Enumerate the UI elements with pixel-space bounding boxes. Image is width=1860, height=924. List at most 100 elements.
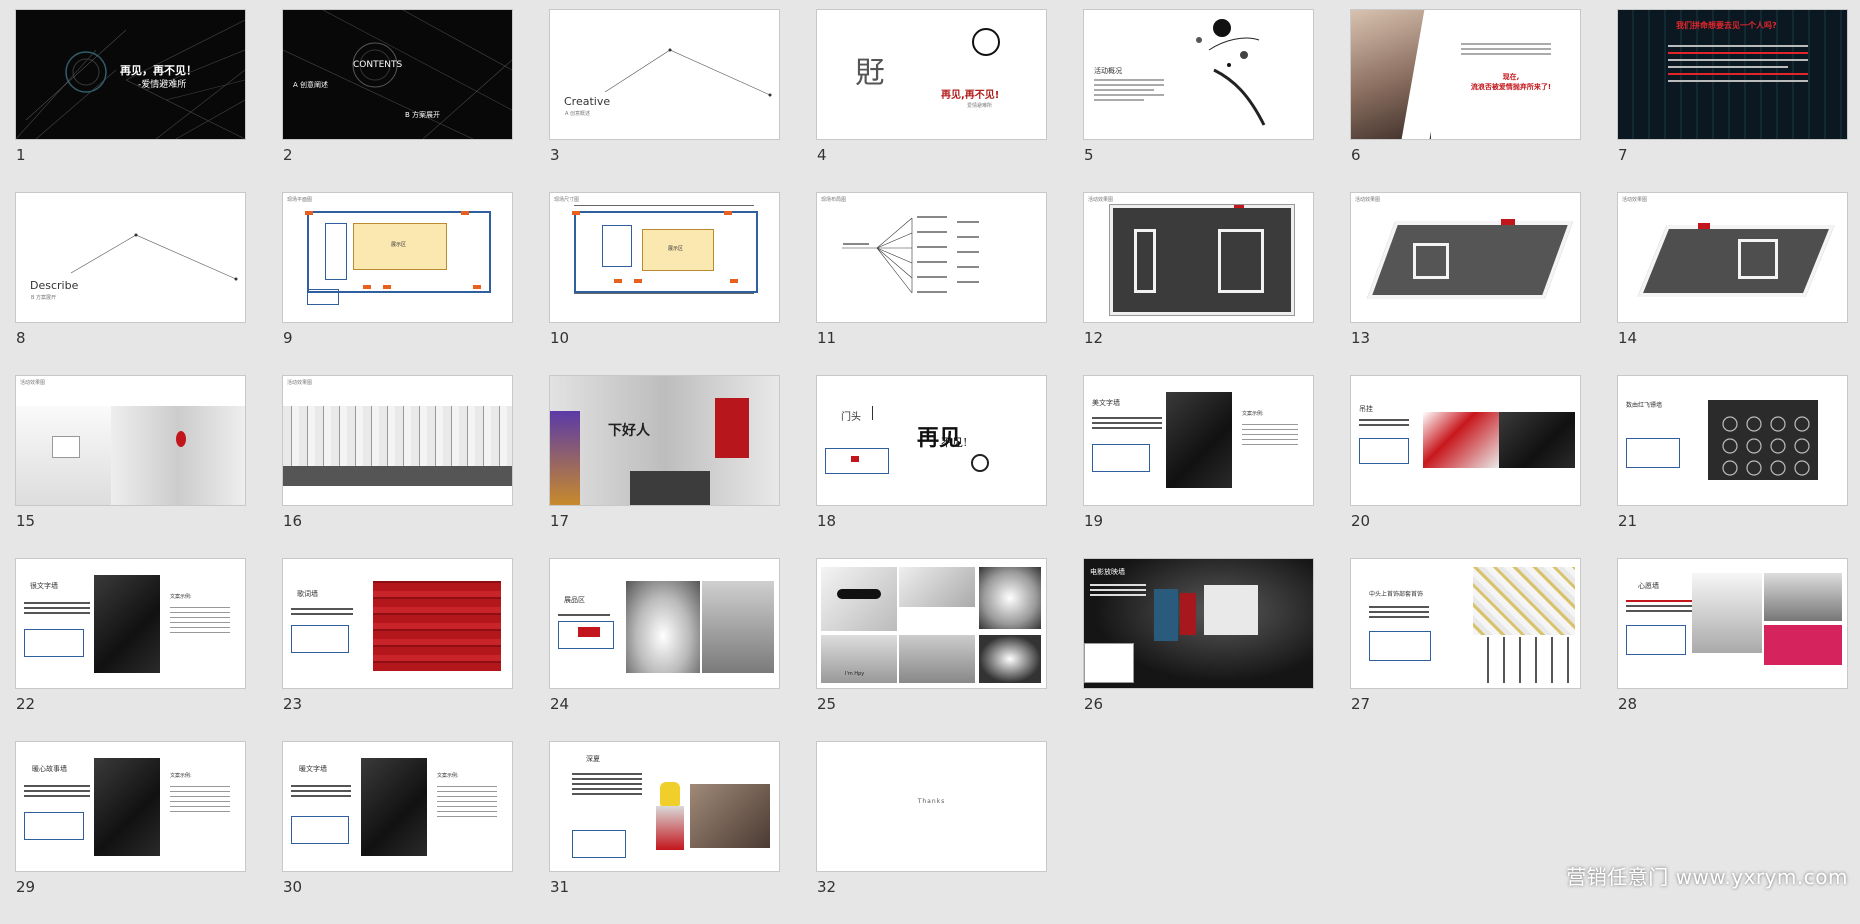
slide-heading: 现场尺寸图 xyxy=(554,197,580,203)
slide-cell[interactable]: 现场布局图 11 xyxy=(816,192,1047,375)
slide-thumbnail[interactable]: 活动概况 xyxy=(1083,9,1314,140)
slide-cell[interactable]: 数由红飞镖墙 21 xyxy=(1617,375,1848,558)
slide-cell[interactable]: I'm Hpy 25 xyxy=(816,558,1047,741)
mini-floor-plan xyxy=(1369,631,1431,661)
slide-number: 19 xyxy=(1084,512,1104,530)
slide-thumbnail[interactable]: 活动效果图 xyxy=(282,375,513,506)
slide-thumbnail[interactable]: Thanks xyxy=(816,741,1047,872)
slide-heading: 活动效果图 xyxy=(1355,197,1381,203)
slide-thumbnail[interactable]: 暖文字墙 文案示例: xyxy=(282,741,513,872)
slide-heading: 中头上首饰部套首饰 xyxy=(1369,591,1424,598)
line-art xyxy=(70,233,238,281)
slide-thumbnail[interactable]: 我们拼命想要去见一个人吗? xyxy=(1617,9,1848,140)
slide-thumbnail[interactable]: 现场尺寸图 展示区 xyxy=(549,192,780,323)
slide-number: 1 xyxy=(16,146,26,164)
slide-thumbnail[interactable]: 数由红飞镖墙 xyxy=(1617,375,1848,506)
slide-thumbnail[interactable]: 下好人 xyxy=(549,375,780,506)
red-title: 我们拼命想要去见一个人吗? xyxy=(1676,21,1777,30)
slide-cell[interactable]: 吊挂 20 xyxy=(1350,375,1581,558)
slide-cell[interactable]: 我们拼命想要去见一个人吗? 7 xyxy=(1617,9,1848,192)
slide-heading: 活动效果图 xyxy=(287,380,313,386)
plan-highlight xyxy=(578,627,600,637)
slide-cell[interactable]: 活动效果图 15 xyxy=(15,375,246,558)
render-screen xyxy=(1204,585,1258,635)
slide-thumbnail[interactable]: 再见，再不见！ -爱情避难所 xyxy=(15,9,246,140)
slide-thumbnail[interactable]: Creative A 创意概述 xyxy=(549,9,780,140)
slide-cell[interactable]: 活动概况 5 xyxy=(1083,9,1314,192)
slide-heading: 深夏 xyxy=(586,755,600,763)
slide-cell[interactable]: 中头上首饰部套首饰 27 xyxy=(1350,558,1581,741)
slide-number: 16 xyxy=(283,512,303,530)
slide-cell[interactable]: 现场平面图 展示区 9 xyxy=(282,192,513,375)
slide-cell[interactable]: 电影放映墙 26 xyxy=(1083,558,1314,741)
slide-cell[interactable]: 暖心故事墙 文案示例: 29 xyxy=(15,741,246,924)
photo-story-wall xyxy=(94,758,160,856)
slide-cell[interactable]: 下好人 17 xyxy=(549,375,780,558)
slide-number: 4 xyxy=(817,146,827,164)
photo-ring xyxy=(899,567,975,607)
slide-thumbnail[interactable]: 电影放映墙 xyxy=(1083,558,1314,689)
slide-thumbnail[interactable]: 门头 再见 不见! xyxy=(816,375,1047,506)
slide-cell[interactable]: 心愿墙 28 xyxy=(1617,558,1848,741)
slide-cell[interactable]: 美文字墙 文案示例: 19 xyxy=(1083,375,1314,558)
slide-thumbnail[interactable]: 深夏 xyxy=(549,741,780,872)
render-perspective xyxy=(1637,225,1835,297)
slide-number: 7 xyxy=(1618,146,1628,164)
slide-number: 14 xyxy=(1618,329,1638,347)
slide-thumbnail[interactable]: 活动效果图 xyxy=(1350,192,1581,323)
text-block xyxy=(1626,597,1692,615)
slide-cell[interactable]: 活动效果图 14 xyxy=(1617,192,1848,375)
slide-number: 18 xyxy=(817,512,837,530)
slide-thumbnail[interactable]: Describe B 方案展开 xyxy=(15,192,246,323)
slide-thumbnail[interactable]: 活动效果图 xyxy=(15,375,246,506)
photo-wish-wall xyxy=(1764,573,1842,621)
slide-cell[interactable]: 活动效果图 13 xyxy=(1350,192,1581,375)
plan-marker xyxy=(473,285,481,289)
slide-cell[interactable]: CONTENTS A 创意阐述 B 方案展开 2 xyxy=(282,9,513,192)
slide-thumbnail[interactable]: 中头上首饰部套首饰 xyxy=(1350,558,1581,689)
slide-cell[interactable]: 歌词墙 23 xyxy=(282,558,513,741)
slide-thumbnail[interactable]: 现在, 流浪否被爱情抛弃所来了! xyxy=(1350,9,1581,140)
slide-heading: 活动效果图 xyxy=(1622,197,1648,203)
slide-thumbnail[interactable]: 活动效果图 xyxy=(1083,192,1314,323)
heading-divider xyxy=(872,406,873,420)
slide-thumbnail[interactable]: 现场平面图 展示区 xyxy=(282,192,513,323)
slide-thumbnail[interactable]: I'm Hpy xyxy=(816,558,1047,689)
slide-cell[interactable]: 现在, 流浪否被爱情抛弃所来了! 6 xyxy=(1350,9,1581,192)
slide-thumbnail[interactable]: 暖心故事墙 文案示例: xyxy=(15,741,246,872)
slide-number: 17 xyxy=(550,512,570,530)
slide-cell[interactable]: Describe B 方案展开 8 xyxy=(15,192,246,375)
slide-thumbnail[interactable]: 心愿墙 xyxy=(1617,558,1848,689)
slide-thumbnail[interactable]: 歌词墙 xyxy=(282,558,513,689)
slide-thumbnail[interactable]: 覎 再见,再不见! 爱情避难所 xyxy=(816,9,1047,140)
slide-thumbnail[interactable]: 现场布局图 xyxy=(816,192,1047,323)
photo-lyric-wall xyxy=(373,581,501,671)
slide-cell[interactable]: Thanks 32 xyxy=(816,741,1047,924)
slide-number: 28 xyxy=(1618,695,1638,713)
slide-number: 22 xyxy=(16,695,36,713)
slide-cell[interactable]: 深夏 31 xyxy=(549,741,780,924)
slide-cell[interactable]: 活动效果图 16 xyxy=(282,375,513,558)
render-floor xyxy=(283,466,512,486)
plan-highlight xyxy=(851,456,859,462)
slide-number: 11 xyxy=(817,329,837,347)
slide-cell[interactable]: 活动效果图 12 xyxy=(1083,192,1314,375)
mini-floor-plan xyxy=(1626,625,1686,655)
slide-cell[interactable]: 再见，再不见！ -爱情避难所 1 xyxy=(15,9,246,192)
slide-cell[interactable]: 展品区 24 xyxy=(549,558,780,741)
slide-thumbnail[interactable]: 很文字墙 文案示例: xyxy=(15,558,246,689)
slide-thumbnail[interactable]: CONTENTS A 创意阐述 B 方案展开 xyxy=(282,9,513,140)
slide-cell[interactable]: 很文字墙 文案示例: 22 xyxy=(15,558,246,741)
slide-thumbnail[interactable]: 美文字墙 文案示例: xyxy=(1083,375,1314,506)
render-poster xyxy=(1180,593,1196,635)
slide-thumbnail[interactable]: 吊挂 xyxy=(1350,375,1581,506)
plan-room xyxy=(325,223,347,280)
slide-cell[interactable]: 覎 再见,再不见! 爱情避难所 4 xyxy=(816,9,1047,192)
slide-cell[interactable]: 暖文字墙 文案示例: 30 xyxy=(282,741,513,924)
render-perspective xyxy=(1366,221,1574,299)
slide-cell[interactable]: 门头 再见 不见! 18 xyxy=(816,375,1047,558)
slide-cell[interactable]: 现场尺寸图 展示区 10 xyxy=(549,192,780,375)
slide-thumbnail[interactable]: 活动效果图 xyxy=(1617,192,1848,323)
slide-thumbnail[interactable]: 展品区 xyxy=(549,558,780,689)
slide-cell[interactable]: Creative A 创意概述 3 xyxy=(549,9,780,192)
